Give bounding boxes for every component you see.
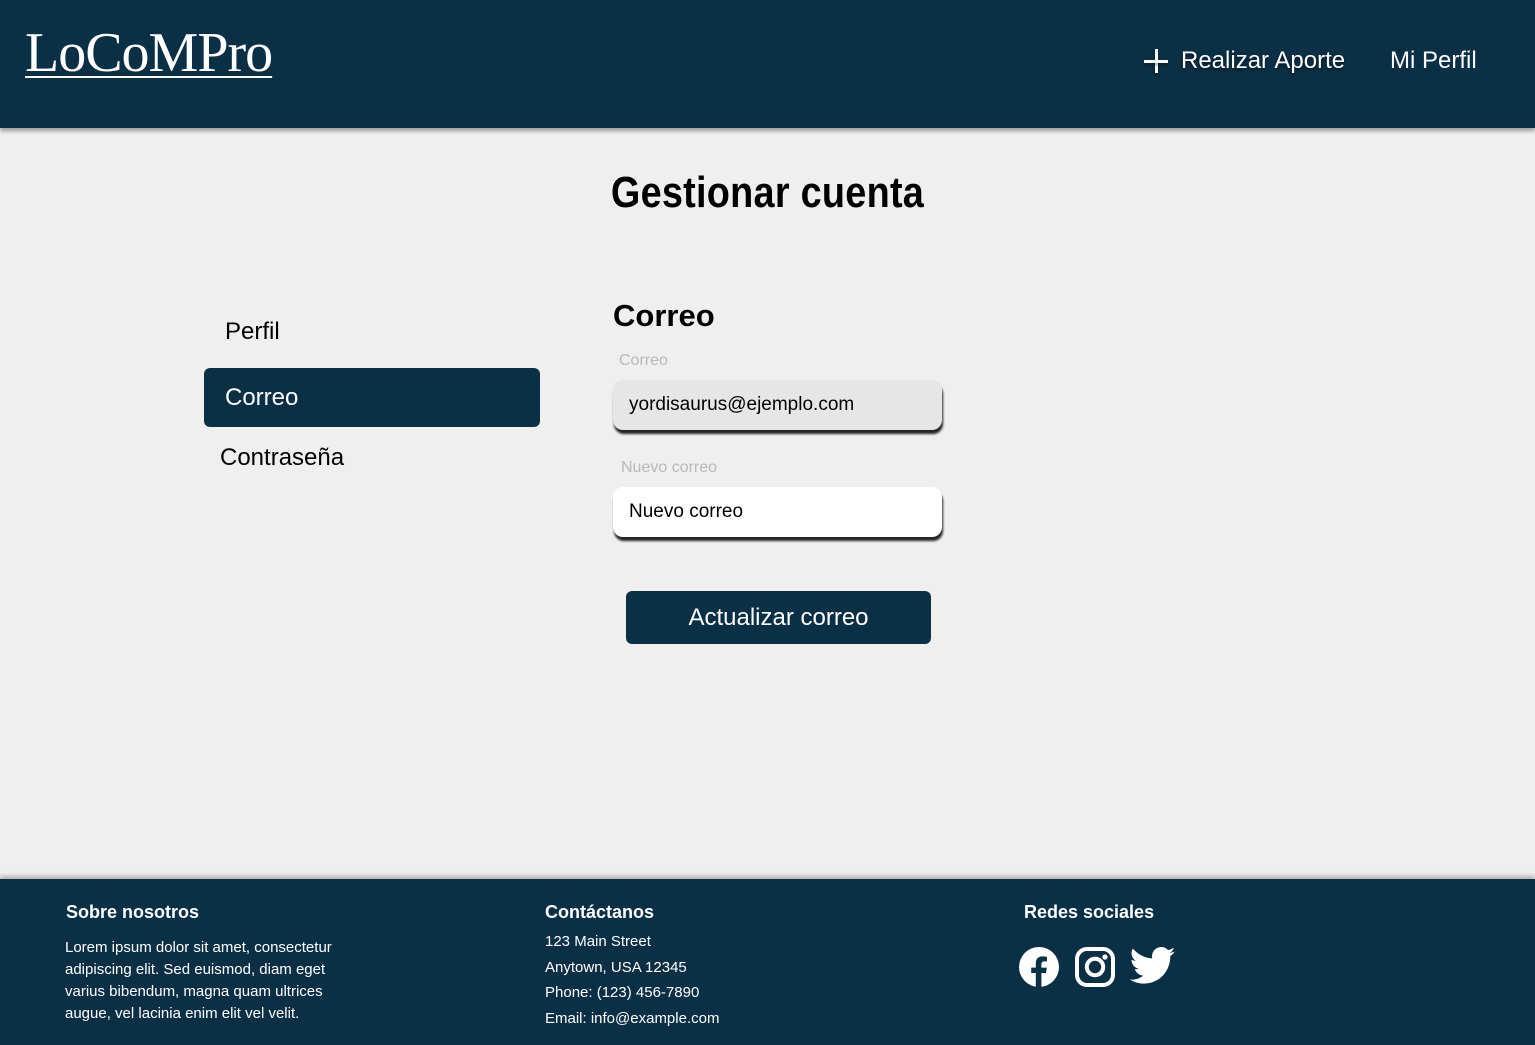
- footer-contact-address: 123 Main Street: [545, 933, 651, 950]
- footer-contact-email: Email: info@example.com: [545, 1010, 720, 1027]
- footer-social-title: Redes sociales: [1024, 902, 1155, 922]
- current-email-field[interactable]: [613, 380, 942, 430]
- sidebar-item-contrasena[interactable]: Contraseña: [220, 444, 344, 472]
- twitter-icon[interactable]: [1130, 946, 1176, 986]
- plus-icon: [1143, 48, 1169, 74]
- logo[interactable]: LoCoMPro: [25, 22, 273, 84]
- footer: Sobre nosotros Lorem ipsum dolor sit ame…: [0, 879, 1535, 1045]
- sidebar-item-perfil[interactable]: Perfil: [225, 318, 280, 346]
- page-title: Gestionar cuenta: [610, 168, 925, 217]
- current-email-label: Correo: [619, 352, 668, 369]
- new-email-label: Nuevo correo: [621, 459, 718, 476]
- update-email-button[interactable]: Actualizar correo: [626, 591, 931, 644]
- new-email-input[interactable]: [613, 487, 942, 537]
- top-header: LoCoMPro Realizar Aporte Mi Perfil: [0, 0, 1535, 128]
- sidebar-item-correo[interactable]: Correo: [204, 368, 540, 427]
- footer-contact-phone: Phone: (123) 456-7890: [545, 984, 700, 1001]
- instagram-icon[interactable]: [1074, 946, 1116, 988]
- footer-about-text: Lorem ipsum dolor sit amet, consectetur …: [65, 939, 332, 1022]
- footer-about-title: Sobre nosotros: [66, 902, 200, 922]
- section-title: Correo: [613, 298, 715, 333]
- realizar-aporte-label: Realizar Aporte: [1181, 47, 1346, 74]
- footer-contact-title: Contáctanos: [545, 902, 655, 922]
- facebook-icon[interactable]: [1018, 946, 1060, 988]
- mi-perfil-link[interactable]: Mi Perfil: [1390, 44, 1477, 78]
- footer-contact-city: Anytown, USA 12345: [545, 959, 687, 976]
- realizar-aporte-link[interactable]: Realizar Aporte: [1143, 44, 1345, 78]
